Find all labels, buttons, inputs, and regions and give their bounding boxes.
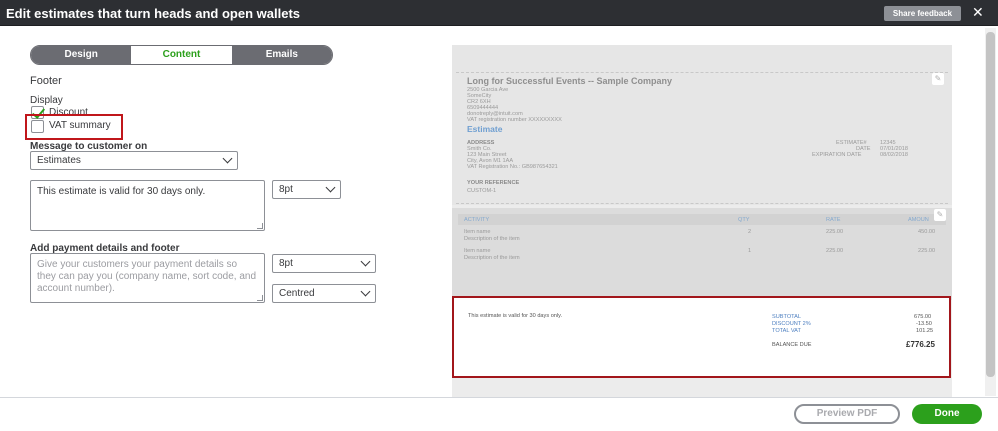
- tab-group: Design Content Emails: [30, 45, 333, 65]
- address-line: VAT registration number XXXXXXXXX: [467, 117, 562, 123]
- company-name: Long for Successful Events -- Sample Com…: [467, 76, 673, 86]
- chevron-down-icon: [325, 182, 336, 193]
- item-qty: 1: [748, 248, 752, 254]
- tab-design[interactable]: Design: [31, 46, 132, 64]
- payment-alignment-select[interactable]: Centred: [272, 284, 376, 303]
- item-description: Description of the item: [464, 255, 520, 261]
- footer-message: This estimate is valid for 30 days only.: [468, 313, 563, 319]
- message-text: This estimate is valid for 30 days only.: [37, 186, 206, 197]
- message-font-size-select[interactable]: 8pt: [272, 180, 341, 199]
- payment-alignment-value: Centred: [279, 288, 315, 299]
- chevron-down-icon: [222, 153, 233, 164]
- edit-pencil-icon[interactable]: ✎: [934, 209, 946, 221]
- section-title: Footer: [30, 75, 62, 87]
- section-divider: [456, 72, 948, 73]
- item-rate: 225.00: [826, 229, 844, 235]
- tab-content[interactable]: Content: [131, 46, 232, 64]
- chevron-down-icon: [360, 256, 371, 267]
- resize-handle-icon[interactable]: [257, 295, 263, 301]
- preview-pdf-button[interactable]: Preview PDF: [794, 404, 900, 424]
- resize-handle-icon[interactable]: [257, 223, 263, 229]
- subtotal-label: SUBTOTAL: [772, 314, 802, 320]
- item-amount: 225.00: [918, 248, 936, 254]
- item-qty: 2: [748, 229, 752, 235]
- close-icon[interactable]: ✕: [972, 4, 984, 20]
- meta-value: 08/02/2018: [880, 152, 908, 158]
- message-type-select[interactable]: Estimates: [30, 151, 238, 170]
- column-header: RATE: [826, 217, 841, 223]
- item-rate: 225.00: [826, 248, 844, 254]
- item-name: Item name: [464, 248, 491, 254]
- meta-label: EXPIRATION DATE: [812, 152, 862, 158]
- discount-line-label: DISCOUNT 2%: [772, 321, 811, 327]
- balance-due-label: BALANCE DUE: [772, 342, 812, 348]
- message-font-size-value: 8pt: [279, 184, 293, 195]
- preview-items-table[interactable]: ACTIVITY QTY RATE AMOUN Item name Descri…: [452, 208, 952, 300]
- table-header: ACTIVITY QTY RATE AMOUN: [458, 214, 946, 225]
- payment-details-textarea[interactable]: Give your customers your payment details…: [30, 253, 265, 303]
- message-type-value: Estimates: [37, 155, 81, 166]
- vat-summary-highlight: [25, 114, 123, 140]
- share-feedback-button[interactable]: Share feedback: [884, 6, 961, 21]
- preview-header-section[interactable]: Long for Successful Events -- Sample Com…: [452, 45, 952, 205]
- balance-due-value: £776.25: [906, 340, 935, 349]
- preview-footer-section[interactable]: This estimate is valid for 30 days only.…: [452, 296, 951, 378]
- item-description: Description of the item: [464, 236, 520, 242]
- chevron-down-icon: [360, 286, 371, 297]
- message-textarea[interactable]: This estimate is valid for 30 days only.: [30, 180, 265, 231]
- customer-line: VAT Registration No.: GB987654321: [467, 164, 558, 170]
- tab-emails[interactable]: Emails: [231, 46, 332, 64]
- payment-font-size-value: 8pt: [279, 258, 293, 269]
- document-title: Estimate: [467, 124, 503, 134]
- title-bar: Edit estimates that turn heads and open …: [0, 0, 998, 26]
- column-header: ACTIVITY: [464, 217, 490, 223]
- payment-font-size-select[interactable]: 8pt: [272, 254, 376, 273]
- window-title: Edit estimates that turn heads and open …: [6, 6, 301, 21]
- vat-label: TOTAL VAT: [772, 328, 801, 334]
- edit-pencil-icon[interactable]: ✎: [932, 73, 944, 85]
- discount-line-value: -13.50: [916, 321, 932, 327]
- item-name: Item name: [464, 229, 491, 235]
- vat-value: 101.25: [916, 328, 934, 334]
- subtotal-value: 675.00: [914, 314, 932, 320]
- payment-details-placeholder: Give your customers your payment details…: [37, 259, 257, 294]
- section-divider: [456, 203, 948, 204]
- column-header: QTY: [738, 217, 750, 223]
- column-header: AMOUN: [908, 217, 929, 223]
- item-amount: 450.00: [918, 229, 936, 235]
- reference-value: CUSTOM-1: [467, 188, 497, 194]
- reference-heading: YOUR REFERENCE: [467, 180, 520, 186]
- scrollbar-thumb[interactable]: [986, 32, 995, 377]
- done-button[interactable]: Done: [912, 404, 982, 424]
- display-label: Display: [30, 95, 63, 106]
